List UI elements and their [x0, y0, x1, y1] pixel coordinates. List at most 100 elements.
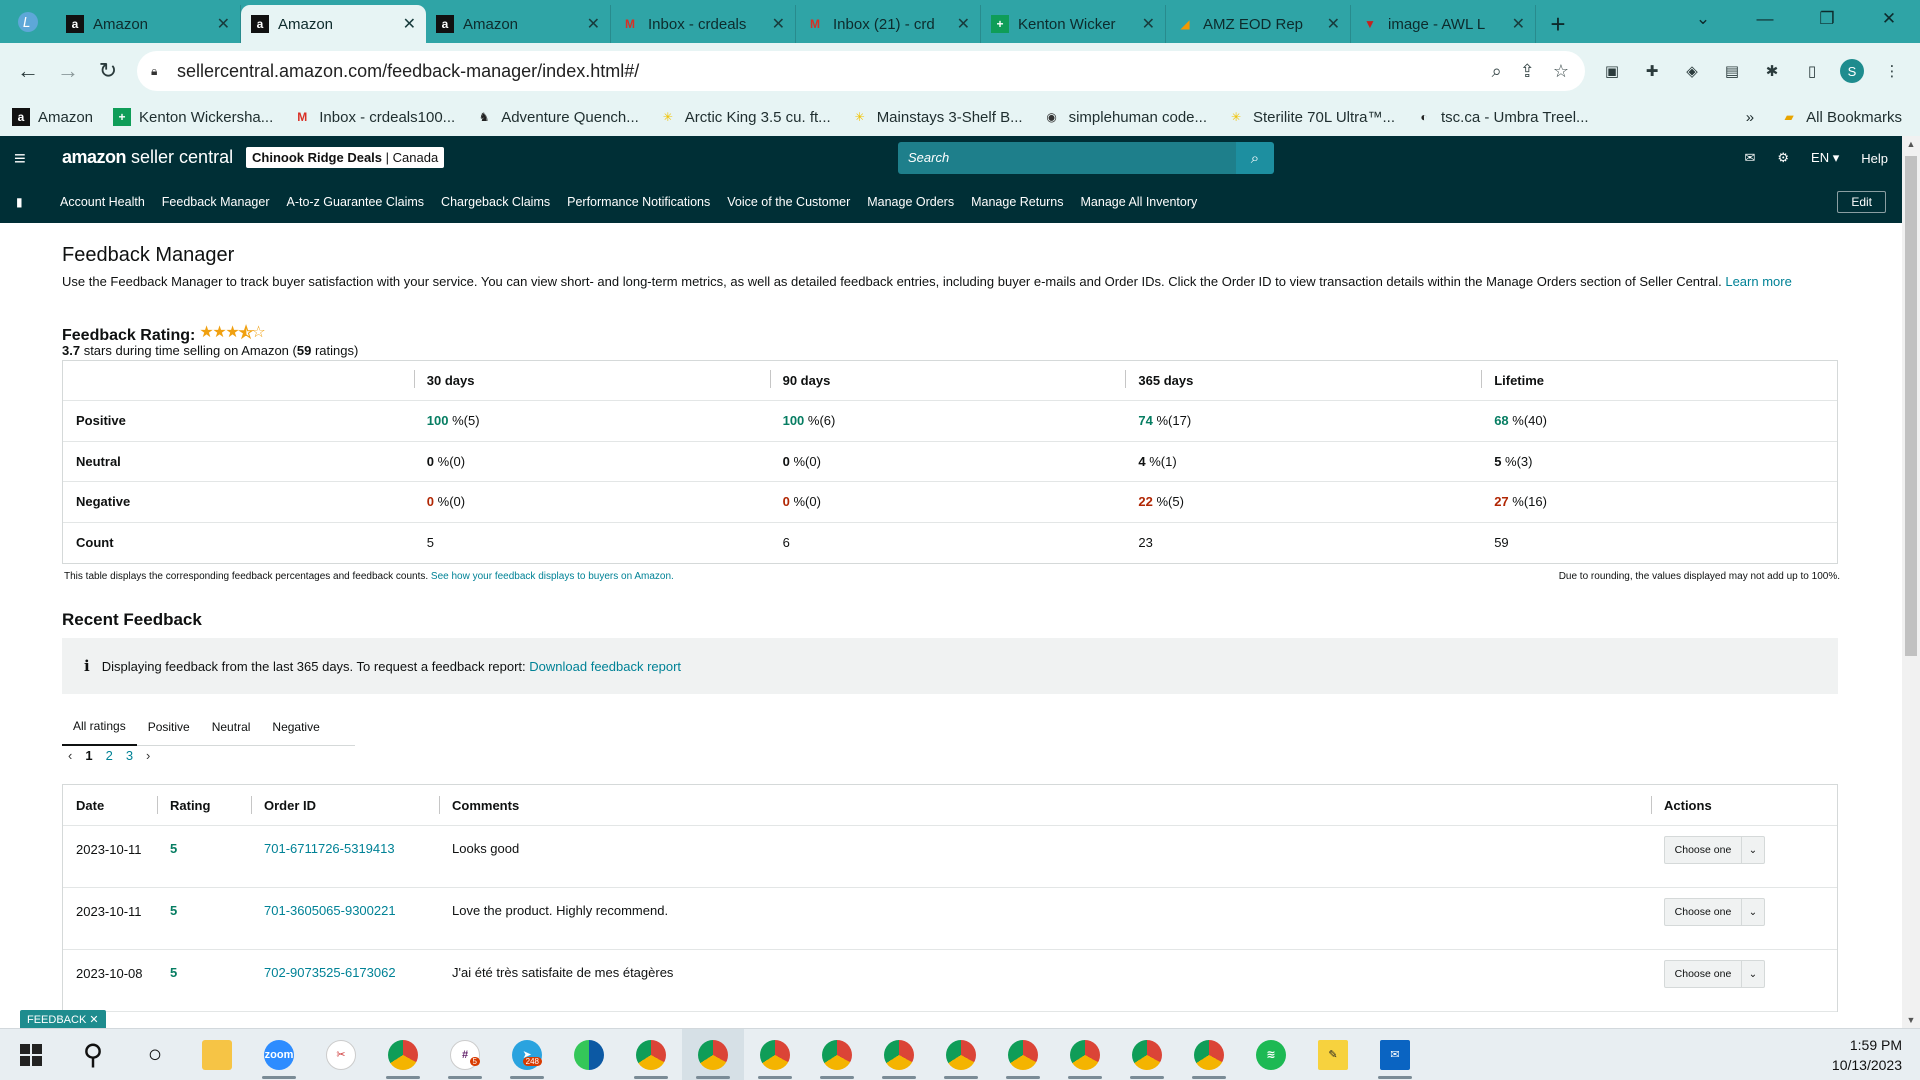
language-selector[interactable]: EN ▾	[1811, 150, 1839, 166]
chrome-profile-button[interactable]	[682, 1028, 744, 1080]
bookmark-item[interactable]: ✳ Sterilite 70L Ultra™...	[1227, 108, 1395, 126]
chrome-profile-button[interactable]	[1054, 1029, 1116, 1080]
bookmark-item[interactable]: M Inbox - crdeals100...	[293, 108, 455, 126]
side-panel-icon[interactable]: ▯	[1800, 59, 1824, 83]
tab-search-button[interactable]: L	[0, 0, 56, 43]
zoom-icon[interactable]: ⌕	[1492, 61, 1502, 82]
chrome-profile-button[interactable]	[620, 1029, 682, 1080]
extension-plus-icon[interactable]: ✚	[1640, 59, 1664, 83]
scroll-down-icon[interactable]: ▼	[1902, 1012, 1920, 1028]
all-bookmarks[interactable]: ▰ All Bookmarks	[1780, 108, 1902, 126]
bookmark-item[interactable]: ◐ tsc.ca - Umbra Treel...	[1415, 108, 1588, 126]
order-id-link[interactable]: 701-3605065-9300221	[251, 903, 439, 918]
close-tab-icon[interactable]: ✕	[217, 14, 230, 34]
zoom-app-button[interactable]: zoom	[248, 1029, 310, 1080]
help-link[interactable]: Help	[1861, 151, 1888, 166]
profile-avatar[interactable]: S	[1840, 59, 1864, 83]
close-tab-icon[interactable]: ✕	[1327, 14, 1340, 34]
edit-nav-button[interactable]: Edit	[1837, 191, 1886, 213]
slack-app-button[interactable]: #5	[434, 1029, 496, 1080]
tab-all-ratings[interactable]: All ratings	[62, 708, 137, 746]
close-tab-icon[interactable]: ✕	[1512, 14, 1525, 34]
chrome-profile-button[interactable]	[992, 1029, 1054, 1080]
address-bar[interactable]: 🔒︎ sellercentral.amazon.com/feedback-man…	[137, 51, 1585, 91]
start-button[interactable]	[0, 1029, 62, 1080]
nav-manage-orders[interactable]: Manage Orders	[867, 195, 954, 209]
telegram-app-button[interactable]: ➤ 248	[496, 1029, 558, 1080]
search-taskbar-button[interactable]: ⚲	[62, 1029, 124, 1080]
order-id-link[interactable]: 701-6711726-5319413	[251, 841, 439, 856]
browser-tab-6[interactable]: + Kenton Wicker ✕	[981, 5, 1166, 43]
tab-list-chevron-icon[interactable]: ⌄	[1672, 0, 1734, 38]
nav-voice-of-customer[interactable]: Voice of the Customer	[727, 195, 850, 209]
spotify-app-button[interactable]: ≋	[1240, 1029, 1302, 1080]
extension-off-icon[interactable]: ▣	[1600, 59, 1624, 83]
menu-kebab-icon[interactable]: ⋮	[1880, 59, 1904, 83]
browser-tab-7[interactable]: ◢ AMZ EOD Rep ✕	[1166, 5, 1351, 43]
sc-search-input[interactable]: Search	[898, 142, 1236, 174]
system-clock[interactable]: 1:59 PM 10/13/2023	[1832, 1035, 1902, 1075]
order-id-link[interactable]: 702-9073525-6173062	[251, 965, 439, 980]
browser-tab-4[interactable]: M Inbox - crdeals ✕	[611, 5, 796, 43]
extension-ok-icon[interactable]: ▤	[1720, 59, 1744, 83]
close-tab-icon[interactable]: ✕	[403, 14, 416, 34]
chrome-profile-button[interactable]	[930, 1029, 992, 1080]
browser-tab-1[interactable]: a Amazon ✕	[56, 5, 241, 43]
chrome-profile-button[interactable]	[868, 1029, 930, 1080]
bookmark-item[interactable]: ♞ Adventure Quench...	[475, 108, 639, 126]
bookmark-item[interactable]: ✳ Mainstays 3-Shelf B...	[851, 108, 1023, 126]
feedback-display-link[interactable]: See how your feedback displays to buyers…	[431, 571, 674, 582]
close-tab-icon[interactable]: ✕	[957, 14, 970, 34]
browser-tab-8[interactable]: ▼ image - AWL L ✕	[1351, 5, 1536, 43]
feedback-widget-button[interactable]: FEEDBACK ✕	[20, 1010, 106, 1029]
nav-feedback-manager[interactable]: Feedback Manager	[162, 195, 270, 209]
browser-tab-3[interactable]: a Amazon ✕	[426, 5, 611, 43]
reload-icon[interactable]: ↻	[88, 51, 128, 91]
tab-neutral[interactable]: Neutral	[201, 708, 262, 746]
snip-app-button[interactable]: ✂	[310, 1029, 372, 1080]
back-arrow-icon[interactable]: ←	[8, 51, 48, 91]
bookmark-item[interactable]: ✳ Arctic King 3.5 cu. ft...	[659, 108, 831, 126]
restore-icon[interactable]: ❐	[1796, 0, 1858, 38]
actions-dropdown[interactable]: Choose one ⌄	[1664, 836, 1765, 864]
chrome-profile-button[interactable]	[1116, 1029, 1178, 1080]
extensions-puzzle-icon[interactable]: ✱	[1760, 59, 1784, 83]
bookmark-item[interactable]: + Kenton Wickersha...	[113, 108, 273, 126]
nav-manage-returns[interactable]: Manage Returns	[971, 195, 1063, 209]
bookmark-item[interactable]: ◉ simplehuman code...	[1043, 108, 1207, 126]
nav-performance-notifications[interactable]: Performance Notifications	[567, 195, 710, 209]
col-header-rating[interactable]: Rating	[157, 795, 251, 814]
nav-manage-inventory[interactable]: Manage All Inventory	[1081, 195, 1198, 209]
bookmark-star-icon[interactable]: ☆	[1553, 61, 1569, 82]
gear-icon[interactable]: ⚙	[1777, 150, 1789, 166]
seller-central-logo[interactable]: amazon seller central	[62, 147, 233, 168]
sticky-notes-button[interactable]: ✎	[1302, 1029, 1364, 1080]
actions-dropdown[interactable]: Choose one ⌄	[1664, 898, 1765, 926]
minimize-icon[interactable]: —	[1734, 0, 1796, 38]
chrome-profile-button[interactable]	[806, 1029, 868, 1080]
scroll-up-icon[interactable]: ▲	[1902, 136, 1920, 152]
chrome-profile-button[interactable]	[1178, 1029, 1240, 1080]
chrome-app-button[interactable]	[372, 1029, 434, 1080]
new-tab-button[interactable]: +	[1536, 5, 1580, 43]
actions-dropdown[interactable]: Choose one ⌄	[1664, 960, 1765, 988]
close-tab-icon[interactable]: ✕	[587, 14, 600, 34]
edge-app-button[interactable]	[558, 1029, 620, 1080]
nav-account-health[interactable]: Account Health	[60, 195, 145, 209]
share-icon[interactable]: ⇪	[1520, 61, 1535, 82]
hamburger-menu-icon[interactable]: ≡	[14, 148, 26, 171]
close-tab-icon[interactable]: ✕	[1142, 14, 1155, 34]
mail-app-button[interactable]: ✉	[1364, 1029, 1426, 1080]
col-header-date[interactable]: Date	[63, 797, 157, 814]
search-icon[interactable]: ⌕	[1236, 142, 1274, 174]
close-tab-icon[interactable]: ✕	[772, 14, 785, 34]
prev-page-icon[interactable]: ‹	[68, 748, 72, 763]
scrollbar-thumb[interactable]	[1905, 156, 1917, 656]
col-header-order-id[interactable]: Order ID	[251, 795, 439, 814]
mail-icon[interactable]: ✉	[1744, 150, 1755, 166]
learn-more-link[interactable]: Learn more	[1725, 274, 1791, 289]
forward-arrow-icon[interactable]: →	[48, 51, 88, 91]
store-selector[interactable]: Chinook Ridge Deals | Canada	[246, 147, 445, 168]
page-link[interactable]: 1	[85, 748, 92, 763]
bookmark-item[interactable]: a Amazon	[12, 108, 93, 126]
